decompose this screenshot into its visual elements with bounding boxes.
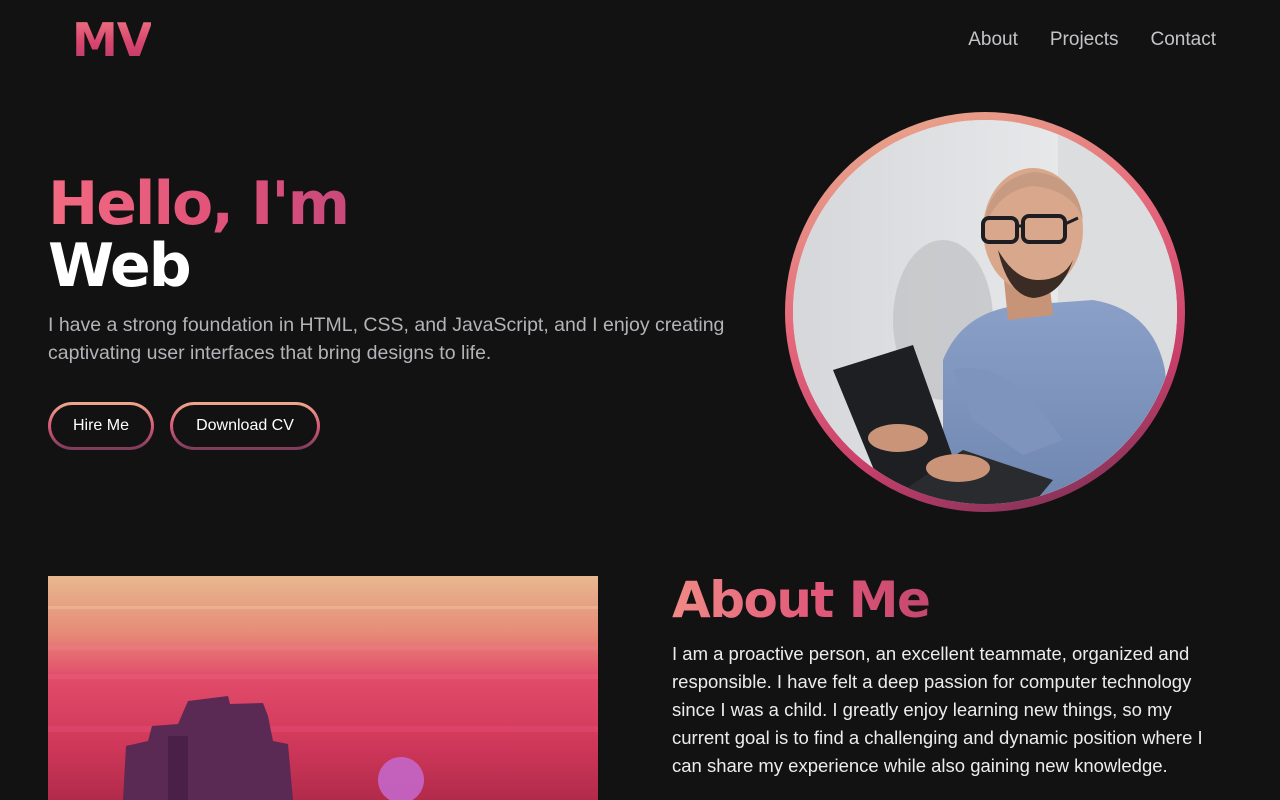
profile-photo-illustration xyxy=(793,120,1177,504)
hero-intro: I have a strong foundation in HTML, CSS,… xyxy=(48,314,725,364)
download-cv-label: Download CV xyxy=(173,405,317,447)
nav-link-about[interactable]: About xyxy=(968,27,1018,53)
about-title: About Me xyxy=(672,571,931,629)
about-sunset-image xyxy=(48,576,598,800)
hero-role: Web xyxy=(48,231,192,301)
hero-greeting: Hello, I'm xyxy=(48,169,350,239)
main-nav: About Projects Contact xyxy=(968,27,1216,53)
download-cv-button[interactable]: Download CV xyxy=(170,402,320,450)
portfolio-page: MV About Projects Contact Hello, I'm Web… xyxy=(0,0,1280,800)
nav-link-projects[interactable]: Projects xyxy=(1050,27,1119,53)
profile-photo-frame xyxy=(785,112,1185,512)
about-sunset-illustration xyxy=(48,576,598,800)
about-text: I am a proactive person, an excellent te… xyxy=(672,643,1203,776)
profile-photo xyxy=(793,120,1177,504)
nav-link-contact[interactable]: Contact xyxy=(1151,27,1216,53)
hire-me-button[interactable]: Hire Me xyxy=(48,402,154,450)
hire-me-label: Hire Me xyxy=(51,405,151,447)
site-logo[interactable]: MV xyxy=(72,14,152,66)
